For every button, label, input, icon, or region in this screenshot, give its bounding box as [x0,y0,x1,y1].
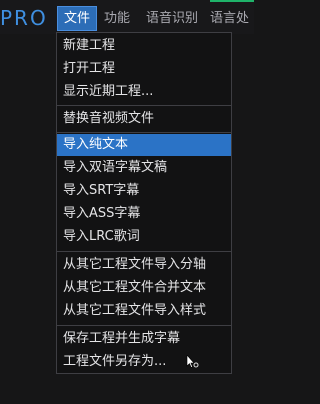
menu-item-import-srt[interactable]: 导入SRT字幕 [57,180,231,202]
menu-file[interactable]: 文件 [57,6,97,31]
menu-bar: PRO 文件 功能 语音识别 语言处 [0,0,254,34]
menu-item-import-ass[interactable]: 导入ASS字幕 [57,203,231,225]
menu-item-save-project-as[interactable]: 工程文件另存为... [57,351,231,373]
menu-separator [57,132,231,133]
busy-cursor-icon [186,355,199,368]
menu-item-open-project[interactable]: 打开工程 [57,58,231,80]
menu-separator [57,251,231,252]
menu-speech-recognition[interactable]: 语音识别 [140,7,204,30]
menu-item-import-bilingual[interactable]: 导入双语字幕文稿 [57,157,231,179]
file-dropdown-menu: 新建工程 打开工程 显示近期工程... 替换音视频文件 导入纯文本 导入双语字幕… [56,32,232,374]
menu-item-recent-projects[interactable]: 显示近期工程... [57,81,231,103]
menu-item-replace-media[interactable]: 替换音视频文件 [57,108,231,130]
status-line [210,0,254,2]
menu-item-save-generate-subtitles[interactable]: 保存工程并生成字幕 [57,328,231,350]
menu-item-new-project[interactable]: 新建工程 [57,35,231,57]
menu-separator [57,325,231,326]
menu-item-import-plain-text[interactable]: 导入纯文本 [57,134,231,156]
app-brand: PRO [0,6,48,30]
menu-item-import-timing[interactable]: 从其它工程文件导入分轴 [57,254,231,276]
menu-separator [57,105,231,106]
menu-language-processing[interactable]: 语言处 [210,7,258,30]
menu-item-merge-text[interactable]: 从其它工程文件合并文本 [57,277,231,299]
menu-functions[interactable]: 功能 [100,7,134,30]
menu-item-import-styles[interactable]: 从其它工程文件导入样式 [57,300,231,322]
menu-item-import-lrc[interactable]: 导入LRC歌词 [57,226,231,248]
